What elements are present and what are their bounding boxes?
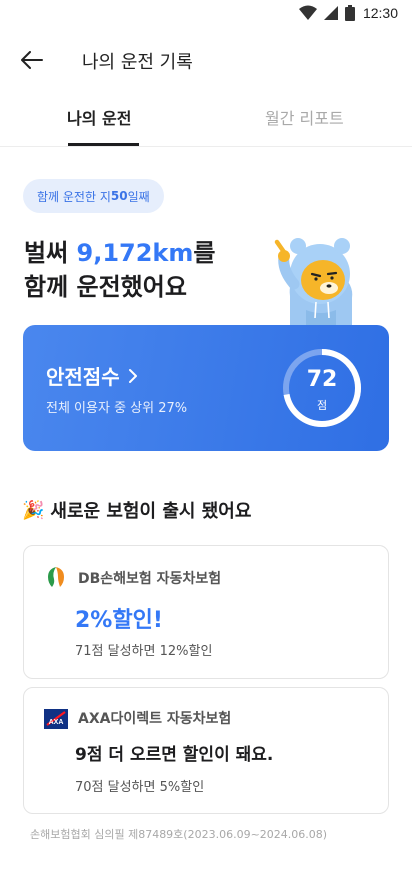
- insurance-card-axa[interactable]: AXA AXA다이렉트 자동차보험 9점 더 오르면 할인이 돼요. 70점 달…: [23, 687, 389, 814]
- signal-icon: [323, 6, 338, 20]
- axa-logo-icon: AXA: [44, 709, 68, 729]
- headline-prefix: 벌써: [24, 239, 77, 267]
- headline-line1: 벌써 9,172km를: [24, 236, 216, 270]
- app-bar: 나의 운전 기록: [0, 38, 412, 82]
- headline-suffix: 를: [193, 239, 216, 267]
- safety-score-rank: 전체 이용자 중 상위 27%: [46, 401, 188, 416]
- status-bar: 12:30: [0, 0, 412, 28]
- insurance-benefit: 2%할인!: [75, 608, 163, 633]
- insurance-name: DB손해보험 자동차보험: [78, 571, 222, 587]
- tab-indicator: [68, 143, 139, 146]
- page-title: 나의 운전 기록: [82, 52, 193, 73]
- status-icons: 12:30: [298, 5, 398, 21]
- mascot-illustration: [274, 238, 353, 328]
- safety-score-card[interactable]: 안전점수 전체 이용자 중 상위 27% 72 점: [23, 325, 389, 451]
- headline-line2: 함께 운전했어요: [24, 273, 187, 301]
- safety-score-label: 안전점수: [46, 365, 120, 389]
- insurance-condition: 70점 달성하면 5%할인: [75, 780, 205, 795]
- days-prefix: 함께 운전한 지: [37, 189, 111, 204]
- safety-score-value: 72: [306, 367, 338, 392]
- distance-headline: 벌써 9,172km를 함께 운전했어요: [24, 236, 216, 304]
- days-suffix: 일째: [127, 189, 150, 204]
- back-button[interactable]: [16, 46, 48, 74]
- wifi-icon: [298, 5, 317, 20]
- section-title: 🎉 새로운 보험이 출시 됐어요: [22, 497, 251, 523]
- db-logo-icon: [48, 567, 64, 587]
- chevron-right-icon: [128, 368, 137, 383]
- days-badge: 함께 운전한 지 50 일째: [23, 179, 164, 213]
- insurance-benefit: 9점 더 오르면 할인이 돼요.: [75, 745, 274, 765]
- insurance-card-db[interactable]: DB손해보험 자동차보험 2%할인! 71점 달성하면 12%할인: [23, 545, 389, 679]
- svg-text:AXA: AXA: [49, 719, 64, 726]
- safety-score-unit: 점: [316, 399, 328, 412]
- days-count: 50: [110, 189, 128, 203]
- status-time: 12:30: [362, 5, 398, 21]
- safety-score-title: 안전점수: [46, 361, 138, 390]
- battery-icon: [344, 5, 355, 21]
- tab-my-driving[interactable]: 나의 운전: [67, 105, 131, 129]
- total-distance: 9,172km: [76, 239, 194, 267]
- insurance-condition: 71점 달성하면 12%할인: [75, 644, 213, 659]
- insurance-name: AXA다이렉트 자동차보험: [78, 711, 232, 727]
- party-popper-icon: 🎉: [22, 499, 45, 521]
- section-title-text: 새로운 보험이 출시 됐어요: [50, 501, 252, 522]
- tab-monthly-report[interactable]: 월간 리포트: [265, 105, 344, 129]
- tab-bar: 나의 운전 월간 리포트: [0, 95, 412, 147]
- disclaimer-text: 손해보험협회 심의필 제87489호(2023.06.09~2024.06.08…: [30, 828, 328, 841]
- arrow-left-icon: [21, 51, 43, 69]
